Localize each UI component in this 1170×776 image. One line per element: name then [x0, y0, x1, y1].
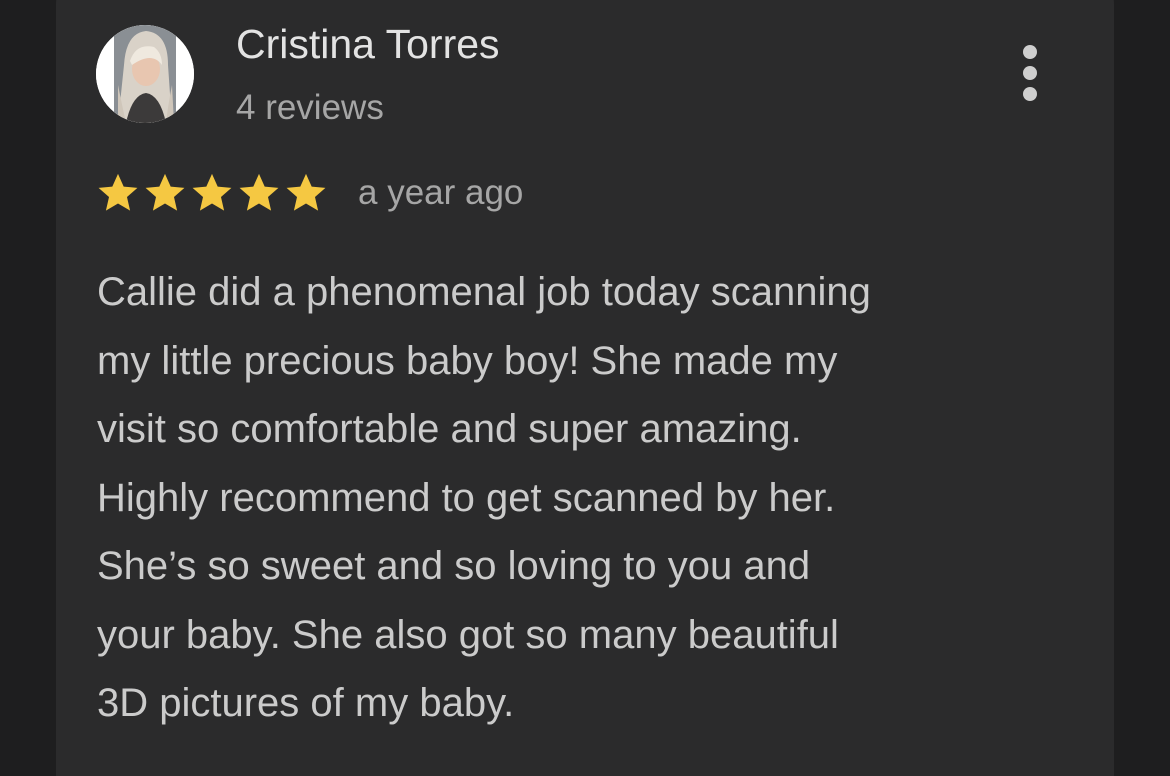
star-icon	[239, 173, 279, 211]
review-text-line: 3D pictures of my baby.	[97, 681, 515, 725]
star-icon	[286, 173, 326, 211]
review-text-line: your baby. She also got so many beautifu…	[97, 612, 839, 657]
star-rating	[96, 171, 328, 215]
more-options-button[interactable]	[1008, 38, 1052, 108]
review-text-line: She’s so sweet and so loving to you and	[97, 544, 811, 588]
reviewer-avatar[interactable]	[96, 25, 194, 123]
star-icon	[192, 173, 232, 211]
review-date: a year ago	[358, 173, 524, 212]
review-text-line: Callie did a phenomenal job today scanni…	[97, 270, 871, 314]
review-text-line: visit so comfortable and super amazing.	[97, 407, 802, 451]
reviewer-name[interactable]: Cristina Torres	[236, 18, 500, 70]
avatar-photo	[96, 25, 194, 123]
review-text-line: my little precious baby boy! She made my	[97, 338, 838, 383]
reviewer-review-count: 4 reviews	[236, 88, 384, 127]
star-icon	[145, 173, 185, 211]
review-text-line: Highly recommend to get scanned by her.	[97, 475, 836, 520]
star-icon	[98, 173, 138, 211]
review-text: Callie did a phenomenal job today scanni…	[97, 258, 1077, 738]
